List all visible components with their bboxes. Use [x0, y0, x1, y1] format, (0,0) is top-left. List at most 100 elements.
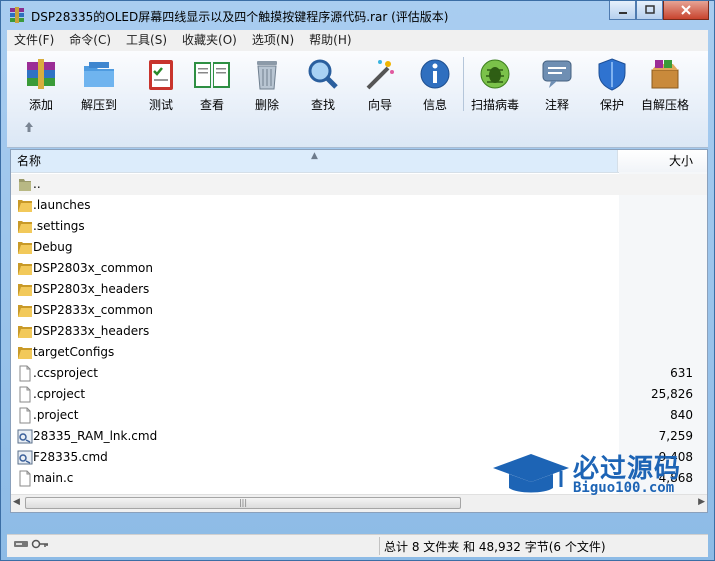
menu-options[interactable]: 选项(N) — [245, 30, 302, 51]
window-title: DSP28335的OLED屏幕四线显示以及四个触摸按键程序源代码.rar (评估… — [31, 10, 449, 24]
file-size: 631 — [670, 366, 693, 380]
file-name: DSP2833x_headers — [33, 324, 150, 338]
view-button[interactable]: 查看 — [192, 55, 232, 113]
scroll-thumb[interactable]: ||| — [25, 497, 461, 509]
comment-button[interactable]: 注释 — [537, 55, 577, 113]
file-name: .cproject — [33, 387, 86, 401]
test-label: 测试 — [148, 98, 173, 112]
file-row[interactable]: .cproject 25,826 — [11, 384, 707, 405]
title-bar[interactable]: DSP28335的OLED屏幕四线显示以及四个触摸按键程序源代码.rar (评估… — [1, 1, 714, 29]
maximize-button[interactable] — [636, 1, 663, 20]
info-button[interactable]: 信息 — [415, 55, 455, 113]
scan-virus-label: 扫描病毒 — [471, 98, 520, 112]
status-summary: 总计 8 文件夹 和 48,932 字节(6 个文件) — [384, 540, 606, 554]
file-name: .ccsproject — [33, 366, 98, 380]
file-row[interactable]: .project 840 — [11, 405, 707, 426]
file-icon — [17, 386, 33, 403]
protect-button[interactable]: 保护 — [592, 55, 632, 113]
file-name: 28335_RAM_lnk.cmd — [33, 429, 158, 443]
file-name: F28335.cmd — [33, 450, 108, 464]
file-size: 25,826 — [651, 387, 693, 401]
name-column-header[interactable]: 名称 ▲ — [11, 150, 618, 172]
drive-icon[interactable] — [13, 538, 29, 550]
menu-file[interactable]: 文件(F) — [7, 30, 62, 51]
size-column-header[interactable]: 大小 — [619, 150, 707, 172]
view-label: 查看 — [199, 98, 224, 112]
arrow-up-icon — [25, 122, 33, 132]
comment-label: 注释 — [544, 98, 569, 112]
file-name: DSP2833x_common — [33, 303, 153, 317]
folder-icon — [17, 344, 33, 361]
trash-can-icon — [247, 55, 287, 93]
add-button[interactable]: 添加 — [21, 55, 61, 113]
menu-favorites[interactable]: 收藏夹(O) — [175, 30, 245, 51]
name-column-label: 名称 — [17, 154, 42, 168]
sfx-label: 自解压格 — [641, 98, 690, 112]
up-folder-button[interactable] — [23, 121, 35, 137]
file-size: 7,259 — [658, 429, 693, 443]
magnifier-icon — [303, 55, 343, 93]
file-name: DSP2803x_common — [33, 261, 153, 275]
file-row[interactable]: 28335_RAM_lnk.cmd 7,259 — [11, 426, 707, 447]
folder-icon — [17, 281, 33, 298]
file-row[interactable]: .. — [11, 174, 707, 195]
sfx-box-icon — [645, 55, 685, 93]
maximize-icon — [644, 5, 655, 14]
scroll-left-icon[interactable]: ◀ — [13, 497, 20, 507]
size-column-label: 大小 — [668, 154, 693, 168]
extract-to-label: 解压到 — [80, 98, 117, 112]
wizard-button[interactable]: 向导 — [360, 55, 400, 113]
status-icons — [13, 538, 49, 550]
minimize-icon — [618, 12, 627, 14]
protect-label: 保护 — [599, 98, 624, 112]
graduation-cap-icon — [493, 454, 569, 493]
folder-icon — [17, 323, 33, 340]
menu-help[interactable]: 帮助(H) — [302, 30, 359, 51]
menu-bar: 文件(F) 命令(C) 工具(S) 收藏夹(O) 选项(N) 帮助(H) — [7, 30, 708, 51]
folder-icon — [17, 260, 33, 277]
wizard-label: 向导 — [367, 98, 392, 112]
folder-icon — [17, 218, 33, 235]
file-row[interactable]: Debug — [11, 237, 707, 258]
test-button[interactable]: 测试 — [141, 55, 181, 113]
add-label: 添加 — [28, 98, 53, 112]
delete-label: 删除 — [254, 98, 279, 112]
column-header: 名称 ▲ 大小 — [11, 150, 707, 173]
window-controls — [609, 1, 709, 21]
folder-icon — [17, 239, 33, 256]
key-icon[interactable] — [31, 538, 49, 550]
file-row[interactable]: targetConfigs — [11, 342, 707, 363]
menu-commands[interactable]: 命令(C) — [62, 30, 119, 51]
toolbar-separator — [463, 57, 464, 111]
file-name: .launches — [33, 198, 91, 212]
file-row[interactable]: .launches — [11, 195, 707, 216]
file-size: 840 — [670, 408, 693, 422]
file-row[interactable]: DSP2803x_headers — [11, 279, 707, 300]
file-name: targetConfigs — [33, 345, 115, 359]
magic-wand-icon — [360, 55, 400, 93]
extract-to-button[interactable]: 解压到 — [79, 55, 119, 113]
file-row[interactable]: DSP2833x_common — [11, 300, 707, 321]
cmd-file-icon — [17, 449, 33, 466]
winrar-window: DSP28335的OLED屏幕四线显示以及四个触摸按键程序源代码.rar (评估… — [0, 0, 715, 561]
status-separator — [379, 537, 380, 555]
folder-icon — [17, 302, 33, 319]
sfx-button[interactable]: 自解压格 — [641, 55, 689, 113]
file-row[interactable]: DSP2803x_common — [11, 258, 707, 279]
close-button[interactable] — [663, 1, 709, 20]
menu-tools[interactable]: 工具(S) — [119, 30, 175, 51]
scan-virus-button[interactable]: 扫描病毒 — [471, 55, 519, 113]
file-row[interactable]: DSP2833x_headers — [11, 321, 707, 342]
file-row[interactable]: .ccsproject 631 — [11, 363, 707, 384]
file-row[interactable]: .settings — [11, 216, 707, 237]
file-icon — [17, 365, 33, 382]
watermark-url: Biguo100.com — [573, 480, 675, 496]
checklist-icon — [141, 55, 181, 93]
find-button[interactable]: 查找 — [303, 55, 343, 113]
cmd-file-icon — [17, 428, 33, 445]
info-icon — [415, 55, 455, 93]
bug-icon — [475, 55, 515, 93]
delete-button[interactable]: 删除 — [247, 55, 287, 113]
minimize-button[interactable] — [609, 1, 636, 20]
file-rows: .. .launches .settings Debug DSP2803x_common… — [11, 174, 707, 489]
